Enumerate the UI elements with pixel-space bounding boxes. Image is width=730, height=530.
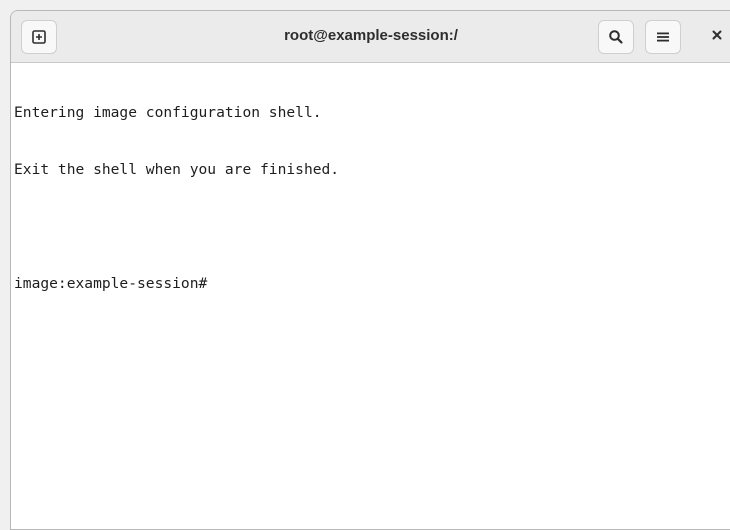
close-icon (711, 28, 723, 46)
search-icon (608, 29, 624, 45)
terminal-line: Entering image configuration shell. (14, 104, 322, 121)
terminal-output[interactable]: Entering image configuration shell. Exit… (14, 65, 730, 529)
search-button[interactable] (598, 20, 634, 54)
terminal-line: Exit the shell when you are finished. (14, 161, 340, 178)
terminal-window: root@example-session:/ Entering image co… (10, 10, 730, 530)
terminal-prompt: image:example-session# (14, 275, 208, 292)
menu-button[interactable] (645, 20, 681, 54)
window-title: root@example-session:/ (284, 27, 458, 44)
header-bar: root@example-session:/ (11, 11, 730, 63)
new-tab-button[interactable] (21, 20, 57, 54)
new-tab-icon (31, 29, 47, 45)
hamburger-menu-icon (656, 30, 670, 44)
close-button[interactable] (705, 25, 729, 49)
